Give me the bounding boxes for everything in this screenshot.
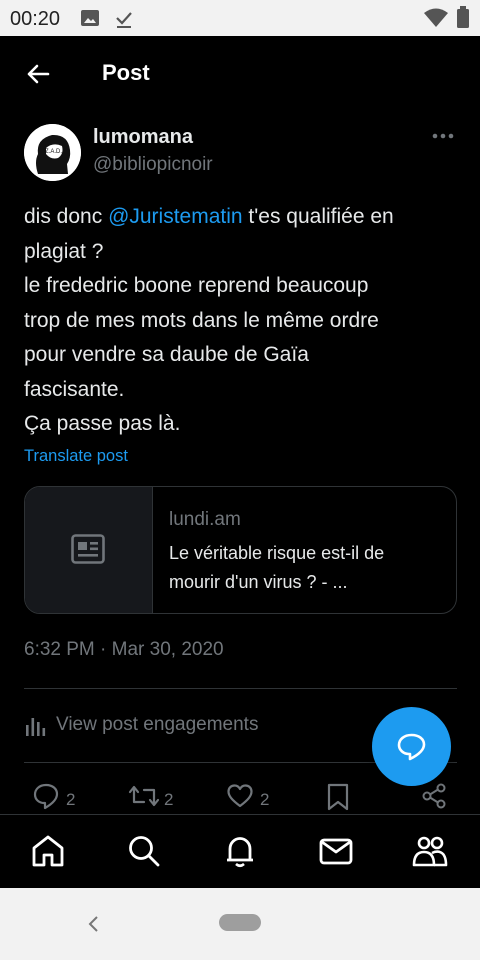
repost-button[interactable]: 2 bbox=[128, 782, 173, 812]
post-text: dis donc @Juristematin t'es qualifiée en… bbox=[24, 200, 464, 442]
wifi-icon bbox=[424, 8, 448, 27]
link-card-thumbnail bbox=[25, 487, 153, 613]
like-icon bbox=[227, 784, 253, 808]
post-text-line: Ça passe pas là. bbox=[24, 412, 181, 435]
back-arrow-icon[interactable] bbox=[22, 58, 54, 90]
mention-link[interactable]: @Juristematin bbox=[108, 205, 243, 228]
system-back-icon[interactable] bbox=[84, 910, 104, 938]
author-handle[interactable]: @bibliopicnoir bbox=[93, 154, 213, 176]
download-done-icon bbox=[116, 12, 132, 28]
article-icon bbox=[71, 534, 105, 564]
like-button[interactable]: 2 bbox=[226, 782, 269, 812]
post-text-line: pour vendre sa daube de Gaïa bbox=[24, 343, 309, 366]
status-time: 00:20 bbox=[10, 8, 61, 30]
share-button[interactable] bbox=[420, 782, 448, 812]
author-name[interactable]: lumomana bbox=[93, 126, 193, 149]
home-gesture-pill[interactable] bbox=[219, 914, 261, 931]
avatar-text: Z.A.D. bbox=[45, 149, 62, 155]
like-count: 2 bbox=[260, 790, 270, 809]
communities-icon[interactable] bbox=[412, 833, 448, 869]
translate-post-link[interactable]: Translate post bbox=[24, 447, 128, 466]
post-text-segment: dis donc bbox=[24, 205, 109, 228]
compose-reply-icon bbox=[397, 733, 426, 761]
link-card[interactable]: lundi.am Le véritable risque est-il de m… bbox=[24, 486, 457, 614]
image-notification-icon bbox=[81, 10, 99, 26]
repost-icon bbox=[128, 785, 160, 807]
divider bbox=[24, 688, 457, 689]
home-icon[interactable] bbox=[30, 833, 66, 869]
post-text-line: fascisante. bbox=[24, 377, 125, 401]
page-title: Post bbox=[102, 60, 150, 85]
post-text-line: trop de mes mots dans le même ordre bbox=[24, 308, 379, 332]
search-icon[interactable] bbox=[126, 833, 162, 869]
reply-icon bbox=[33, 783, 59, 810]
share-icon bbox=[422, 783, 446, 809]
bookmark-button[interactable] bbox=[326, 782, 350, 812]
messages-icon[interactable] bbox=[318, 833, 354, 869]
post-text-segment: t'es qualifiée en bbox=[242, 205, 394, 228]
status-bar: 00:20 bbox=[0, 0, 480, 36]
bookmark-icon bbox=[327, 783, 349, 811]
more-icon[interactable] bbox=[428, 124, 460, 148]
avatar-image: Z.A.D. bbox=[24, 124, 81, 181]
link-card-title: Le véritable risque est-il de mourir d'u… bbox=[169, 543, 385, 592]
battery-icon bbox=[457, 6, 469, 28]
link-card-domain: lundi.am bbox=[169, 509, 241, 530]
avatar[interactable]: Z.A.D. bbox=[24, 124, 81, 181]
post-text-line: plagiat ? bbox=[24, 239, 104, 263]
compose-reply-button[interactable] bbox=[372, 707, 451, 786]
analytics-icon bbox=[26, 718, 46, 736]
reply-button[interactable]: 2 bbox=[32, 782, 75, 812]
top-app-bar: Post bbox=[0, 36, 480, 112]
post-text-line: dis donc @Juristematin t'es qualifiée en bbox=[24, 200, 464, 235]
bottom-tab-bar bbox=[0, 814, 480, 889]
notifications-icon[interactable] bbox=[222, 833, 258, 869]
post-text-line: le frededric boone reprend beaucoup bbox=[24, 274, 369, 297]
post-timestamp: 6:32 PM · Mar 30, 2020 bbox=[24, 639, 224, 660]
repost-count: 2 bbox=[164, 790, 174, 809]
reply-count: 2 bbox=[66, 790, 76, 809]
view-engagements-label: View post engagements bbox=[56, 714, 259, 735]
